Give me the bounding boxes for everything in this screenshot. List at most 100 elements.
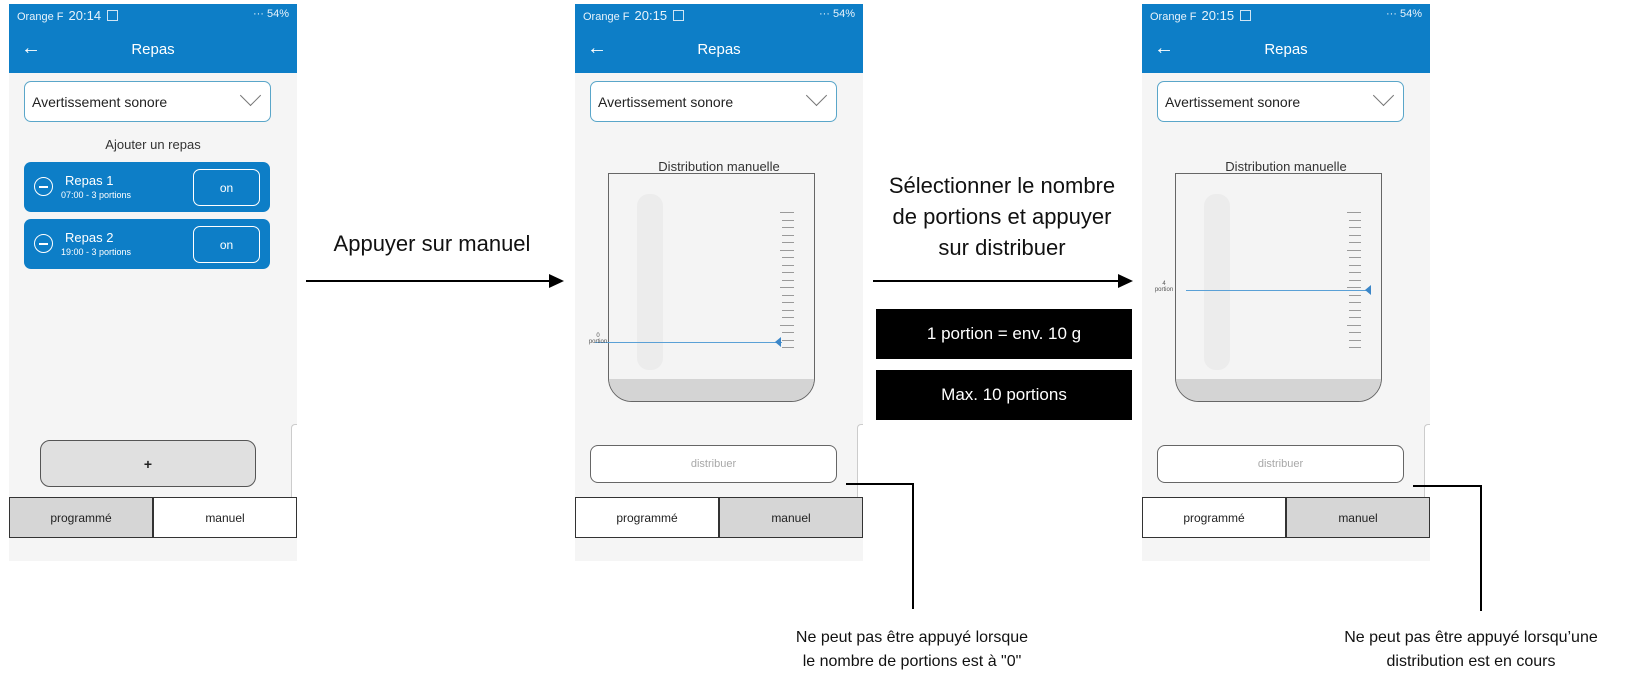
manual-distribution-title: Distribution manuelle	[658, 159, 780, 174]
scale-tick	[782, 317, 794, 318]
status-bar: Orange F 20:15 ··· 54%	[1142, 4, 1430, 26]
scale-tick	[1347, 212, 1361, 213]
remove-circle-icon[interactable]	[34, 234, 53, 253]
app-bar: ← Repas	[1142, 26, 1430, 73]
scale-tick	[782, 219, 794, 221]
notification-icon	[673, 10, 685, 21]
scale-tick	[1349, 279, 1361, 281]
status-bar: Orange F 20:15 ··· 54%	[575, 4, 863, 26]
portion-weight-info: 1 portion = env. 10 g	[876, 309, 1132, 359]
clock: 20:15	[1201, 8, 1235, 23]
arrow-step1	[306, 280, 550, 282]
portion-level-label: 4 portion	[1154, 281, 1174, 293]
sound-alert-label: Avertissement sonore	[598, 94, 734, 110]
callout-line	[846, 483, 913, 485]
distribute-button[interactable]: distribuer	[1157, 445, 1404, 483]
portion-unit: portion	[588, 339, 608, 345]
portion-level-handle[interactable]	[1365, 285, 1371, 295]
portion-level-handle[interactable]	[775, 337, 781, 347]
callout-line	[1413, 485, 1481, 487]
scale-tick	[1349, 347, 1361, 348]
step2-line2: de portions et appuyer	[892, 204, 1112, 229]
portion-beaker-slider[interactable]	[1175, 173, 1382, 402]
beaker-slot	[637, 194, 663, 370]
page-title: Repas	[131, 41, 175, 58]
scale-tick	[1349, 227, 1361, 228]
carrier-label: Orange F	[583, 11, 630, 23]
scale-tick	[1349, 332, 1361, 333]
scale-tick	[782, 302, 794, 303]
tab-bar: programmé manuel	[575, 497, 863, 538]
beaker-bottom	[1176, 379, 1381, 401]
note2-line2: distribution est en cours	[1386, 653, 1556, 670]
carrier-label: Orange F	[17, 11, 64, 23]
scale-tick	[1349, 294, 1361, 296]
manual-distribution-title: Distribution manuelle	[1225, 159, 1347, 174]
scale-tick	[782, 347, 794, 348]
scale-tick	[1349, 302, 1361, 303]
tab-scheduled[interactable]: programmé	[9, 498, 153, 538]
max-portions-info: Max. 10 portions	[876, 370, 1132, 420]
arrow-step2	[873, 280, 1119, 282]
scale-tick	[780, 287, 794, 288]
note1-line2: le nombre de portions est à "0"	[802, 653, 1022, 670]
sound-alert-select[interactable]: Avertissement sonore	[1157, 81, 1404, 122]
app-bar: ← Repas	[575, 26, 863, 73]
scale-tick	[1349, 339, 1361, 341]
tab-bar: programmé manuel	[1142, 497, 1430, 538]
notification-icon	[1240, 10, 1252, 21]
scale-tick	[780, 249, 794, 251]
meal-toggle-button[interactable]: on	[193, 226, 260, 263]
scale-tick	[1349, 272, 1361, 273]
callout-line	[912, 483, 914, 609]
scale-tick	[782, 242, 794, 243]
chevron-down-icon	[239, 84, 262, 107]
app-bar: ← Repas	[9, 26, 297, 73]
meal-item: Repas 1 07:00 - 3 portions on	[24, 162, 270, 212]
sound-alert-select[interactable]: Avertissement sonore	[24, 81, 271, 122]
step2-instruction: Sélectionner le nombre de portions et ap…	[862, 170, 1142, 263]
note-distribution-running: Ne peut pas être appuyé lorsqu’une distr…	[1306, 626, 1636, 674]
page-title: Repas	[1264, 41, 1308, 58]
tab-scheduled[interactable]: programmé	[1142, 498, 1286, 538]
tab-manual[interactable]: manuel	[153, 498, 297, 538]
scale-tick	[780, 324, 794, 326]
meal-time: 07:00 - 3 portions	[61, 190, 132, 200]
remove-circle-icon[interactable]	[34, 177, 53, 196]
scale-tick	[782, 257, 794, 258]
scale-tick	[1349, 309, 1361, 311]
meal-item: Repas 2 19:00 - 3 portions on	[24, 219, 270, 269]
meal-name: Repas 2	[65, 230, 114, 245]
scale-tick	[1349, 219, 1361, 221]
chevron-down-icon	[805, 84, 828, 107]
tab-manual[interactable]: manuel	[719, 498, 863, 538]
note2-line1: Ne peut pas être appuyé lorsqu’une	[1344, 629, 1598, 646]
scale-tick	[782, 339, 794, 341]
phone-screen-scheduled: Orange F 20:14 ··· 54% ← Repas Avertisse…	[9, 4, 297, 561]
portion-level-line[interactable]	[595, 342, 782, 343]
portion-beaker-slider[interactable]	[608, 173, 815, 402]
sound-alert-label: Avertissement sonore	[1165, 94, 1301, 110]
step2-line3: sur distribuer	[938, 235, 1066, 260]
tab-bar: programmé manuel	[9, 497, 297, 538]
step2-line1: Sélectionner le nombre	[888, 173, 1116, 198]
clock: 20:15	[634, 8, 668, 23]
meal-toggle-button[interactable]: on	[193, 169, 260, 206]
scale-tick	[1347, 287, 1361, 288]
portion-level-line[interactable]	[1186, 290, 1371, 291]
scale-tick	[782, 332, 794, 333]
sound-alert-select[interactable]: Avertissement sonore	[590, 81, 837, 122]
scale-tick	[1349, 317, 1361, 318]
add-meal-button[interactable]: +	[40, 440, 256, 487]
phone-screen-manual-distributing: Orange F 20:15 ··· 54% ← Repas Avertisse…	[1142, 4, 1430, 561]
distribute-button[interactable]: distribuer	[590, 445, 837, 483]
tab-manual[interactable]: manuel	[1286, 498, 1430, 538]
tab-scheduled[interactable]: programmé	[575, 498, 719, 538]
scale-tick	[782, 294, 794, 296]
status-bar: Orange F 20:14 ··· 54%	[9, 4, 297, 26]
scale-tick	[782, 272, 794, 273]
beaker-bottom	[609, 379, 814, 401]
scale-tick	[780, 212, 794, 213]
battery-indicator: ··· 54%	[1385, 8, 1422, 20]
note1-line1: Ne peut pas être appuyé lorsque	[795, 629, 1029, 646]
